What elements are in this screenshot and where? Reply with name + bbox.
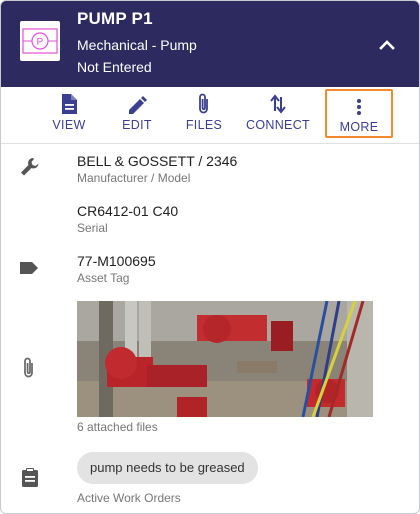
manufacturer-label: Manufacturer / Model bbox=[77, 171, 191, 185]
view-button[interactable]: VIEW bbox=[43, 87, 95, 139]
document-icon bbox=[62, 94, 77, 114]
asset-card: P PUMP P1 Mechanical - Pump Not Entered … bbox=[0, 0, 420, 514]
paperclip-icon bbox=[199, 93, 208, 114]
svg-text:P: P bbox=[37, 37, 44, 48]
wrench-icon bbox=[19, 156, 41, 183]
asset-status: Not Entered bbox=[77, 59, 152, 75]
pencil-icon bbox=[129, 96, 147, 114]
more-label: MORE bbox=[339, 120, 379, 134]
serial-value: CR6412-01 C40 bbox=[77, 203, 179, 219]
view-label: VIEW bbox=[52, 118, 86, 132]
work-orders-label: Active Work Orders bbox=[77, 491, 181, 505]
manufacturer-value: BELL & GOSSETT / 2346 bbox=[77, 153, 238, 169]
serial-label: Serial bbox=[77, 221, 108, 235]
chevron-up-icon[interactable] bbox=[377, 37, 397, 53]
attachment-photo[interactable] bbox=[77, 301, 373, 417]
more-button[interactable]: MORE bbox=[325, 89, 393, 138]
files-label: FILES bbox=[185, 118, 223, 132]
asset-header: P PUMP P1 Mechanical - Pump Not Entered bbox=[1, 1, 419, 87]
asset-type: Mechanical - Pump bbox=[77, 37, 197, 53]
clipboard-icon bbox=[21, 467, 39, 492]
swap-arrows-icon bbox=[270, 94, 286, 114]
work-order-chip[interactable]: pump needs to be greased bbox=[77, 452, 258, 484]
attachments-caption: 6 attached files bbox=[77, 420, 158, 434]
pump-logo-icon: P bbox=[22, 28, 58, 54]
more-vertical-icon bbox=[357, 99, 361, 115]
edit-label: EDIT bbox=[122, 118, 152, 132]
paperclip-icon bbox=[21, 357, 37, 384]
connect-label: CONNECT bbox=[246, 118, 310, 132]
edit-button[interactable]: EDIT bbox=[111, 87, 163, 139]
connect-button[interactable]: CONNECT bbox=[243, 87, 313, 139]
asset-title: PUMP P1 bbox=[77, 9, 153, 28]
asset-thumbnail[interactable]: P bbox=[20, 21, 60, 61]
asset-tag-value: 77-M100695 bbox=[77, 253, 156, 269]
tag-icon bbox=[19, 259, 39, 282]
asset-tag-label: Asset Tag bbox=[77, 271, 130, 285]
action-toolbar: VIEW EDIT FILES CONNECT MORE bbox=[1, 87, 419, 144]
files-button[interactable]: FILES bbox=[177, 87, 231, 139]
